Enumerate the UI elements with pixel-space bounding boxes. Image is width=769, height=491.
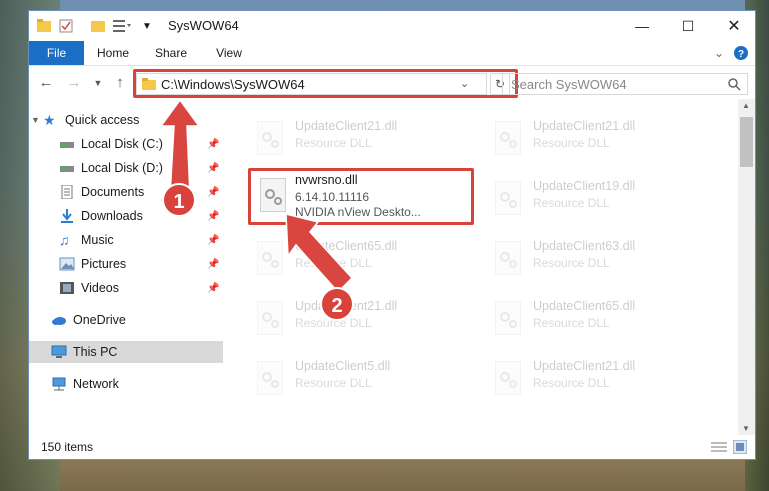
annotation-overlay: [159, 98, 354, 294]
arrow-1: [159, 98, 201, 197]
step-badge-2: 2: [320, 287, 354, 321]
arrow-2: [285, 213, 354, 294]
step-badge-1: 1: [162, 183, 196, 217]
